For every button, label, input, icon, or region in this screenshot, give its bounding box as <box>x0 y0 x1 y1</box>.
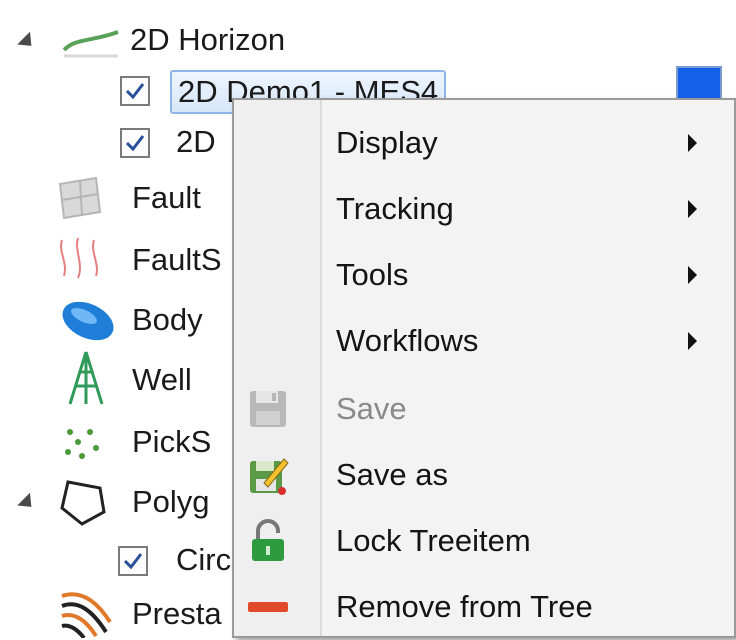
checkmark-icon <box>125 135 145 152</box>
menu-item-label: Tracking <box>336 191 454 226</box>
expand-arrow-icon[interactable] <box>17 492 38 514</box>
tree-item-label[interactable]: Circ <box>176 542 231 578</box>
menu-item-label: Tools <box>336 257 409 292</box>
menu-item-save[interactable]: Save <box>234 376 734 442</box>
fault-sticks-icon <box>60 237 98 279</box>
checkmark-icon <box>123 553 143 570</box>
menu-item-save-as[interactable]: Save as <box>234 442 734 508</box>
menu-item-remove-from-tree[interactable]: Remove from Tree <box>234 574 734 640</box>
menu-item-label: Save <box>336 391 407 426</box>
tree-item-label[interactable]: Polyg <box>132 484 210 520</box>
menu-item-label: Display <box>336 125 438 160</box>
menu-item-workflows[interactable]: Workflows <box>234 308 734 374</box>
body-icon <box>62 301 114 341</box>
expand-arrow-icon[interactable] <box>17 31 38 53</box>
prestack-icon <box>61 592 112 638</box>
menu-item-lock-treeitem[interactable]: Lock Treeitem <box>234 508 734 574</box>
tree-item-label[interactable]: Presta <box>132 596 222 632</box>
save-as-icon <box>250 458 289 495</box>
tree-item-label[interactable]: 2D Horizon <box>130 22 285 58</box>
submenu-arrow-icon <box>688 134 697 152</box>
tree-item-label[interactable]: 2D <box>176 124 216 160</box>
checkbox[interactable] <box>118 546 148 576</box>
remove-bar-icon <box>248 602 288 612</box>
tree-item-label[interactable]: Well <box>132 362 192 398</box>
tree-item-label[interactable]: Fault <box>132 180 201 216</box>
menu-item-tracking[interactable]: Tracking <box>234 176 734 242</box>
submenu-arrow-icon <box>688 266 697 284</box>
checkbox[interactable] <box>120 128 150 158</box>
tree-item-label[interactable]: PickS <box>132 424 211 460</box>
unlocked-padlock-icon <box>252 519 284 561</box>
submenu-arrow-icon <box>688 200 697 218</box>
pick-set-icon <box>65 429 99 459</box>
menu-item-tools[interactable]: Tools <box>234 242 734 308</box>
menu-item-display[interactable]: Display <box>234 110 734 176</box>
context-menu: Display Tracking Tools Workflows Save Sa… <box>232 98 736 638</box>
horizon-icon <box>62 30 119 58</box>
fault-icon <box>58 176 102 220</box>
tree-item-label[interactable]: Body <box>132 302 203 338</box>
submenu-arrow-icon <box>688 332 697 350</box>
menu-item-label: Workflows <box>336 323 479 358</box>
polygon-icon <box>60 480 106 526</box>
tree-item-label[interactable]: FaultS <box>132 242 222 278</box>
floppy-disk-icon <box>250 391 286 427</box>
well-derrick-icon <box>68 351 104 405</box>
menu-item-label: Save as <box>336 457 449 492</box>
checkmark-icon <box>125 83 145 100</box>
checkbox[interactable] <box>120 76 150 106</box>
menu-item-label: Lock Treeitem <box>336 523 531 558</box>
menu-item-label: Remove from Tree <box>336 589 593 624</box>
